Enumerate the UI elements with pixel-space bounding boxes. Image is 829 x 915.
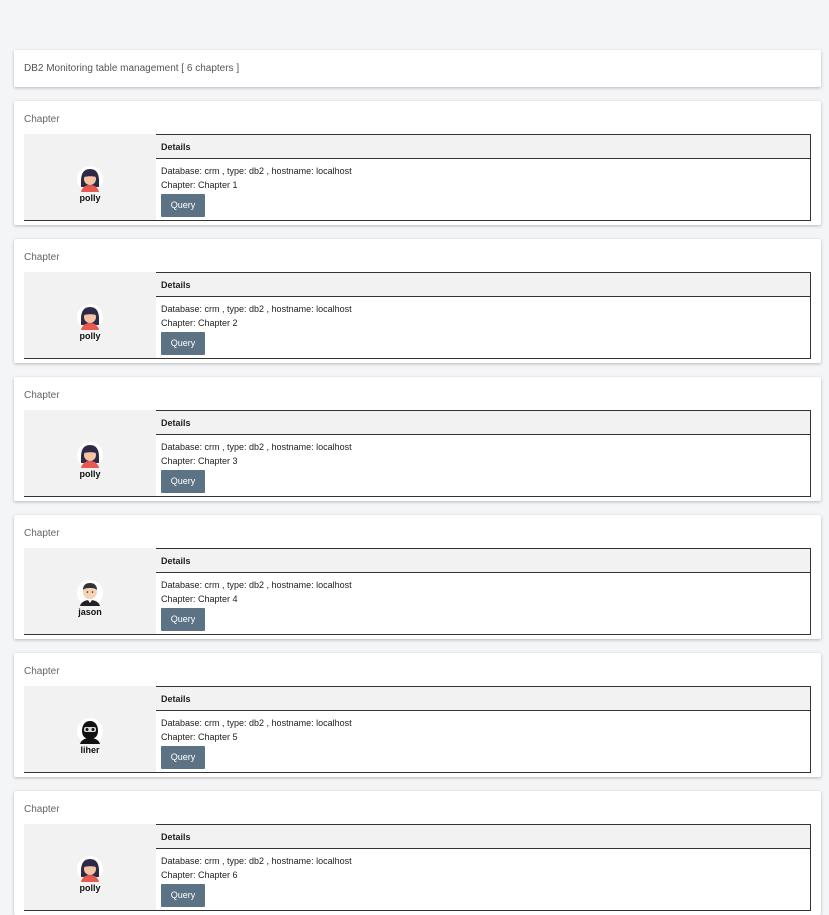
chapter-label: Chapter (24, 252, 60, 263)
user-cell: polly (24, 134, 156, 220)
details-header: Details (156, 548, 810, 573)
chapter-table: polly Details Database: crm , type: db2 … (24, 272, 811, 359)
details-cell: Details Database: crm , type: db2 , host… (156, 134, 811, 220)
chapter-card-4: Chapter jason Details Database: crm , ty… (14, 515, 821, 639)
details-header: Details (156, 272, 810, 297)
content-area: DB2 Monitoring table management [ 6 chap… (14, 50, 821, 915)
chapter-table: polly Details Database: crm , type: db2 … (24, 824, 811, 911)
details-cell: Details Database: crm , type: db2 , host… (156, 272, 811, 358)
chapter-label: Chapter (24, 666, 60, 677)
masked-avatar-icon (77, 718, 103, 744)
chapter-label: Chapter (24, 528, 60, 539)
chapter-info: Chapter: Chapter 6 (161, 870, 238, 880)
database-info: Database: crm , type: db2 , hostname: lo… (161, 166, 352, 176)
chapter-card-1: Chapter polly Details Database: crm , ty… (14, 101, 821, 225)
user-name: liher (80, 745, 100, 755)
database-info: Database: crm , type: db2 , hostname: lo… (161, 580, 352, 590)
user-name: polly (79, 193, 101, 203)
user-name: polly (79, 469, 101, 479)
user-cell: liher (24, 686, 156, 772)
user-name: jason (78, 607, 102, 617)
details-content: Database: crm , type: db2 , hostname: lo… (156, 573, 810, 631)
chapter-card-3: Chapter polly Details Database: crm , ty… (14, 377, 821, 501)
chapter-card-6: Chapter polly Details Database: crm , ty… (14, 791, 821, 915)
page-header-card: DB2 Monitoring table management [ 6 chap… (14, 50, 821, 87)
details-cell: Details Database: crm , type: db2 , host… (156, 686, 811, 772)
female-avatar-icon (77, 304, 103, 330)
user-cell: polly (24, 272, 156, 358)
chapter-info: Chapter: Chapter 1 (161, 180, 238, 190)
user-cell: jason (24, 548, 156, 634)
female-avatar-icon (77, 442, 103, 468)
male-avatar-icon (77, 580, 103, 606)
query-button[interactable]: Query (161, 608, 205, 631)
details-content: Database: crm , type: db2 , hostname: lo… (156, 849, 810, 907)
database-info: Database: crm , type: db2 , hostname: lo… (161, 304, 352, 314)
query-button[interactable]: Query (161, 194, 205, 217)
details-cell: Details Database: crm , type: db2 , host… (156, 548, 811, 634)
chapter-label: Chapter (24, 804, 60, 815)
chapter-table: liher Details Database: crm , type: db2 … (24, 686, 811, 773)
user-name: polly (79, 331, 101, 341)
chapter-label: Chapter (24, 390, 60, 401)
chapter-table: jason Details Database: crm , type: db2 … (24, 548, 811, 635)
details-content: Database: crm , type: db2 , hostname: lo… (156, 159, 810, 217)
chapter-label: Chapter (24, 114, 60, 125)
details-content: Database: crm , type: db2 , hostname: lo… (156, 297, 810, 355)
query-button[interactable]: Query (161, 884, 205, 907)
chapter-info: Chapter: Chapter 5 (161, 732, 238, 742)
database-info: Database: crm , type: db2 , hostname: lo… (161, 442, 352, 452)
chapter-list: Chapter polly Details Database: crm , ty… (14, 101, 821, 915)
chapter-card-2: Chapter polly Details Database: crm , ty… (14, 239, 821, 363)
user-cell: polly (24, 824, 156, 910)
page-title: DB2 Monitoring table management [ 6 chap… (24, 63, 240, 74)
database-info: Database: crm , type: db2 , hostname: lo… (161, 718, 352, 728)
query-button[interactable]: Query (161, 746, 205, 769)
user-cell: polly (24, 410, 156, 496)
details-content: Database: crm , type: db2 , hostname: lo… (156, 435, 810, 493)
query-button[interactable]: Query (161, 470, 205, 493)
details-cell: Details Database: crm , type: db2 , host… (156, 824, 811, 910)
chapter-info: Chapter: Chapter 3 (161, 456, 238, 466)
details-header: Details (156, 686, 810, 711)
female-avatar-icon (77, 856, 103, 882)
user-name: polly (79, 883, 101, 893)
female-avatar-icon (77, 166, 103, 192)
details-header: Details (156, 824, 810, 849)
details-header: Details (156, 410, 810, 435)
query-button[interactable]: Query (161, 332, 205, 355)
database-info: Database: crm , type: db2 , hostname: lo… (161, 856, 352, 866)
chapter-info: Chapter: Chapter 2 (161, 318, 238, 328)
details-cell: Details Database: crm , type: db2 , host… (156, 410, 811, 496)
details-content: Database: crm , type: db2 , hostname: lo… (156, 711, 810, 769)
chapter-table: polly Details Database: crm , type: db2 … (24, 134, 811, 221)
chapter-info: Chapter: Chapter 4 (161, 594, 238, 604)
chapter-table: polly Details Database: crm , type: db2 … (24, 410, 811, 497)
chapter-card-5: Chapter liher Details Database: crm , ty… (14, 653, 821, 777)
details-header: Details (156, 134, 810, 159)
